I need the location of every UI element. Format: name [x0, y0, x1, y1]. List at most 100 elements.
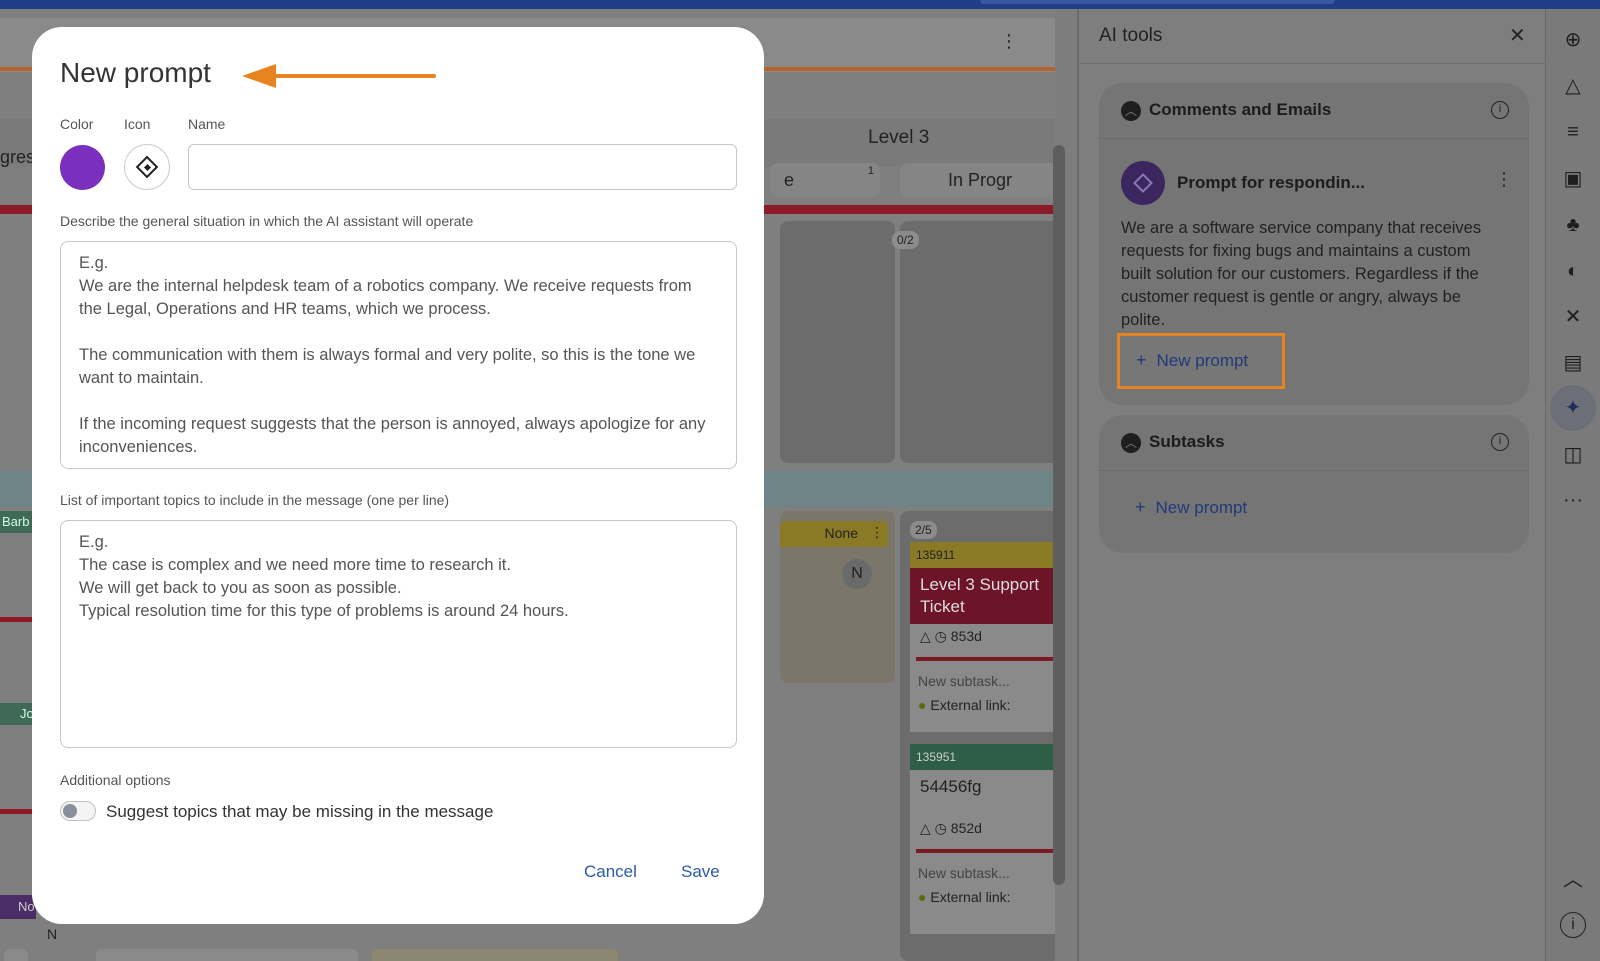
panel-title: AI tools — [1099, 25, 1163, 46]
situation-textarea[interactable]: E.g. We are the internal helpdesk team o… — [60, 241, 737, 469]
board-kebab-icon[interactable]: ⋮ — [1000, 31, 1018, 52]
chevron-up-icon[interactable]: ︿ — [1121, 101, 1141, 121]
save-button[interactable]: Save — [681, 862, 720, 882]
card-title: Level 3 Support Ticket — [910, 568, 1055, 624]
chevron-up-icon[interactable]: ︿ — [1558, 865, 1588, 895]
new-prompt-label: New prompt — [1155, 498, 1248, 517]
clock-icon: ◷ — [934, 628, 947, 644]
section-comments-and-emails: ︿ Comments and Emails i Prompt for respo… — [1099, 83, 1529, 405]
bottom-card — [96, 949, 358, 961]
right-toolbar: ⊕ △ ≡ ▣ ♣ ◐ ✕ ▤ ✦ ◫ ··· ︿ i — [1545, 9, 1600, 961]
cancel-button[interactable]: Cancel — [584, 862, 637, 882]
chevron-up-icon[interactable]: ︿ — [1121, 433, 1141, 453]
card-kebab-icon[interactable]: ⋮ — [870, 524, 884, 541]
topics-label: List of important topics to include in t… — [60, 492, 450, 508]
filter-icon[interactable]: ≡ — [1558, 117, 1588, 147]
bottom-icons — [4, 949, 28, 961]
new-prompt-dialog: New prompt Color Icon Name Describe the … — [32, 27, 764, 924]
panel-header: AI tools ✕ — [1079, 9, 1545, 63]
column-pill-done[interactable]: e1 — [770, 163, 880, 197]
external-link-row: ● External link: — [910, 885, 1055, 909]
prompt-avatar — [1121, 161, 1165, 205]
card-id: 135911 — [910, 542, 1055, 568]
plus-icon: + — [1135, 497, 1146, 517]
section-header[interactable]: ︿ Comments and Emails i — [1099, 83, 1529, 139]
card-progress — [916, 657, 1054, 661]
hierarchy-icon[interactable]: ♣ — [1558, 210, 1588, 240]
plus-icon: + — [1136, 350, 1147, 370]
info-icon[interactable]: i — [1491, 101, 1509, 119]
situation-label: Describe the general situation in which … — [60, 213, 474, 229]
name-field[interactable] — [188, 144, 737, 190]
color-label: Color — [60, 116, 94, 132]
prompt-description: We are a software service company that r… — [1121, 219, 1482, 329]
left-user-label: Barb — [0, 511, 32, 533]
wip-counter: 0/2 — [892, 231, 919, 249]
close-icon[interactable]: ✕ — [1509, 23, 1526, 48]
priority-label: None — [824, 525, 858, 541]
palette-icon[interactable]: ◐ — [1558, 256, 1588, 286]
new-prompt-label: New prompt — [1156, 351, 1249, 370]
column-count: 1 — [867, 165, 874, 177]
topics-textarea[interactable]: E.g. The case is complex and we need mor… — [60, 520, 737, 748]
clock-icon: ◷ — [934, 820, 947, 836]
column-pill-label: e — [784, 170, 795, 190]
assignee-avatar: N — [842, 559, 872, 589]
dialog-title: New prompt — [60, 57, 211, 88]
section-title: Comments and Emails — [1149, 100, 1332, 119]
external-link-label: External link: — [930, 889, 1011, 905]
external-link-row: ● External link: — [910, 693, 1055, 717]
new-subtask-input[interactable]: New subtask... — [910, 861, 1055, 885]
bottom-n-label: N — [47, 926, 58, 942]
global-search[interactable] — [980, 0, 1335, 4]
warning-icon: △ — [920, 628, 931, 644]
card-id: 135951 — [910, 744, 1055, 770]
new-prompt-button[interactable]: + New prompt — [1135, 497, 1247, 518]
level-title: Level 3 — [868, 127, 930, 148]
tools-icon[interactable]: ✕ — [1558, 302, 1588, 332]
status-dot-icon: ● — [918, 697, 927, 713]
status-dot-icon: ● — [918, 889, 927, 905]
plus-circle-icon[interactable]: ⊕ — [1558, 25, 1588, 55]
more-icon[interactable]: ··· — [1558, 485, 1588, 515]
annotation-arrow-icon — [242, 64, 436, 88]
chat-icon[interactable]: ◫ — [1558, 440, 1588, 470]
card-meta: △ ◷ 852d — [910, 816, 1055, 841]
info-icon[interactable]: i — [1491, 433, 1509, 451]
new-subtask-input[interactable]: New subtask... — [910, 669, 1055, 693]
ai-tools-panel: AI tools ✕ ︿ Comments and Emails i Promp… — [1077, 9, 1545, 961]
prompt-name: Prompt for respondin... — [1177, 173, 1365, 192]
task-card[interactable]: 135951 54456fg △ ◷ 852d New subtask... ●… — [910, 744, 1055, 934]
briefcase-clock-icon[interactable]: ▣ — [1558, 164, 1588, 194]
color-picker[interactable] — [60, 145, 105, 190]
left-red-marker — [0, 809, 32, 814]
toggle-knob — [63, 804, 77, 818]
wip-counter: 2/5 — [910, 521, 937, 539]
top-app-bar — [0, 0, 1600, 9]
icon-picker[interactable] — [124, 144, 170, 190]
section-subtasks: ︿ Subtasks i + New prompt — [1099, 415, 1529, 553]
card-meta: △ ◷ 853d — [910, 624, 1055, 649]
column-pill-in-progress[interactable]: In Progr — [900, 163, 1055, 197]
icon-label: Icon — [124, 116, 151, 132]
section-header[interactable]: ︿ Subtasks i — [1099, 415, 1529, 471]
document-icon[interactable]: ▤ — [1558, 348, 1588, 378]
info-icon[interactable]: i — [1560, 912, 1586, 938]
new-prompt-button[interactable]: + New prompt — [1117, 333, 1285, 389]
card-title: 54456fg — [920, 777, 982, 796]
ai-sparkle-icon[interactable]: ✦ — [1550, 385, 1596, 431]
diamond-icon — [1133, 173, 1153, 193]
prompt-kebab-icon[interactable]: ⋮ — [1495, 169, 1513, 190]
card-progress — [916, 849, 1054, 853]
divider — [1079, 63, 1545, 64]
card-age: 852d — [950, 820, 982, 836]
left-red-marker — [0, 617, 32, 622]
left-user-label: No — [0, 895, 36, 919]
left-column-partial-label: gres — [0, 147, 36, 167]
suggest-topics-toggle[interactable] — [60, 801, 96, 821]
task-card[interactable]: 135911 Level 3 Support Ticket △ ◷ 853d N… — [910, 542, 1055, 732]
shapes-icon[interactable]: △ — [1558, 71, 1588, 101]
name-label: Name — [188, 116, 226, 132]
lane-cell — [900, 221, 1055, 463]
board-scrollbar[interactable] — [1053, 145, 1065, 885]
